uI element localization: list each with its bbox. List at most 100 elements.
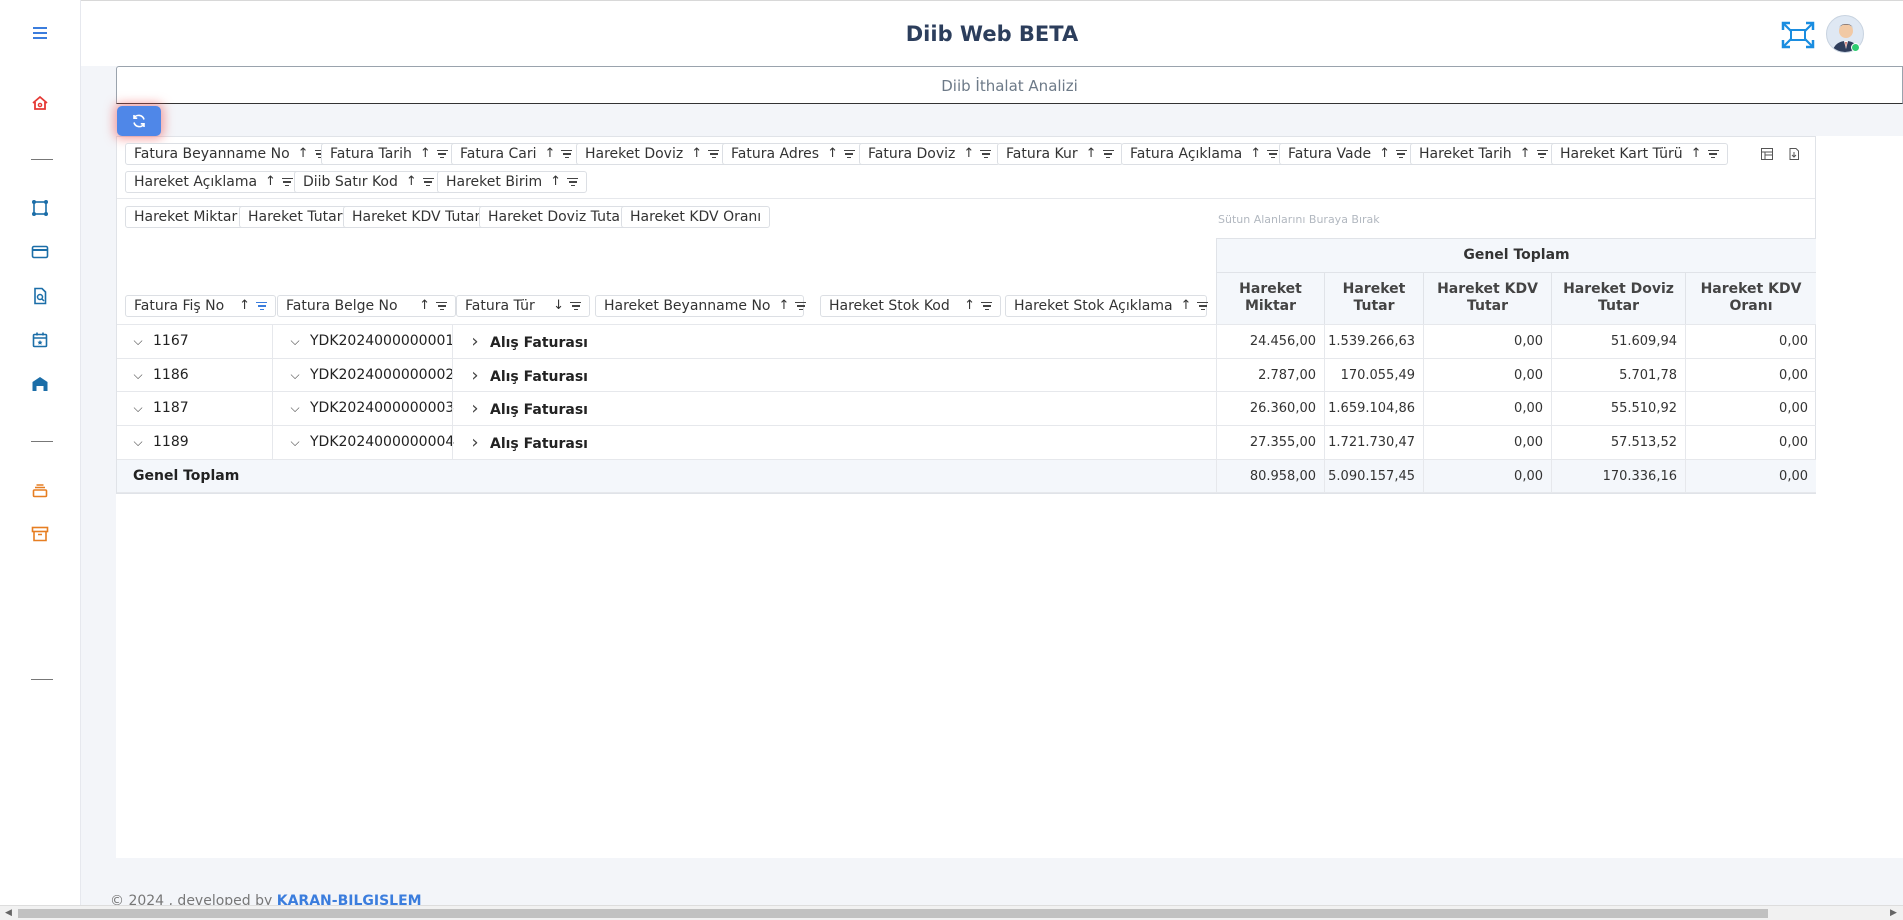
export-icon[interactable]: [1787, 146, 1801, 165]
filter-icon[interactable]: [981, 302, 992, 310]
page-tab[interactable]: Diib İthalat Analizi: [116, 66, 1903, 104]
filter-field-chip[interactable]: Fatura Kur ↑: [997, 143, 1123, 165]
refresh-button[interactable]: [117, 106, 161, 136]
measure-header: Hareket KDV Tutar: [1423, 272, 1551, 324]
filter-icon[interactable]: [795, 302, 807, 310]
sort-arrow-icon[interactable]: ↑: [406, 172, 417, 192]
filter-field-chip[interactable]: Hareket Tarih ↑: [1410, 143, 1557, 165]
chevron-right-icon[interactable]: ›: [468, 325, 482, 358]
stack-icon[interactable]: [28, 478, 52, 502]
filter-field-chip[interactable]: Fatura Doviz ↑: [859, 143, 1001, 165]
row-field-chip[interactable]: Fatura Fiş No ↑: [125, 295, 276, 317]
sort-arrow-icon[interactable]: ↑: [691, 144, 702, 164]
chevron-down-icon[interactable]: ⌵: [131, 325, 145, 358]
filter-icon[interactable]: [561, 150, 573, 158]
filter-icon[interactable]: [436, 302, 447, 310]
chevron-down-icon[interactable]: ⌵: [288, 426, 302, 459]
sort-arrow-icon[interactable]: ↑: [550, 172, 561, 192]
row-field-chip[interactable]: Hareket Stok Kod ↑: [820, 295, 1001, 317]
filter-field-chip[interactable]: Hareket Doviz ↑: [576, 143, 729, 165]
chevron-down-icon[interactable]: ⌵: [288, 392, 302, 425]
filter-icon[interactable]: [708, 150, 720, 158]
menu-icon[interactable]: [28, 21, 52, 45]
filter-field-chip[interactable]: Fatura Cari ↑: [451, 143, 582, 165]
sort-arrow-icon[interactable]: ↑: [420, 144, 431, 164]
chevron-down-icon[interactable]: ⌵: [288, 325, 302, 358]
sort-arrow-icon[interactable]: ↑: [964, 296, 975, 316]
filter-field-chip[interactable]: Fatura Tarih ↑: [321, 143, 457, 165]
chevron-right-icon[interactable]: ›: [468, 426, 482, 459]
filter-icon[interactable]: [1267, 150, 1279, 158]
filter-icon[interactable]: [422, 178, 434, 186]
scroll-right-icon[interactable]: ▶: [1890, 908, 1897, 918]
search-doc-icon[interactable]: [28, 284, 52, 308]
transform-icon[interactable]: [28, 196, 52, 220]
sort-arrow-icon[interactable]: ↑: [1250, 144, 1261, 164]
home-icon[interactable]: [28, 91, 52, 115]
calendar-icon[interactable]: [28, 328, 52, 352]
row-field-chip[interactable]: Fatura Belge No ↑: [277, 295, 456, 317]
filter-icon[interactable]: [436, 150, 448, 158]
filter-icon[interactable]: [843, 150, 855, 158]
data-field-chip[interactable]: Hareket Miktar: [125, 206, 247, 228]
row-field-chip[interactable]: Hareket Beyanname No ↑: [595, 295, 807, 317]
data-field-chip[interactable]: Hareket Doviz Tutar: [479, 206, 635, 228]
filter-icon[interactable]: [570, 302, 581, 310]
sort-arrow-icon[interactable]: ↑: [1379, 144, 1390, 164]
filter-field-chip[interactable]: Fatura Vade ↑: [1279, 143, 1416, 165]
card-icon[interactable]: [28, 240, 52, 264]
filter-field-chip[interactable]: Fatura Adres ↑: [722, 143, 864, 165]
filter-icon[interactable]: [1395, 150, 1407, 158]
filter-icon[interactable]: [1707, 150, 1719, 158]
data-field-chip[interactable]: Hareket KDV Oranı: [621, 206, 771, 228]
filter-field-chip[interactable]: Hareket Açıklama ↑: [125, 171, 302, 193]
sort-arrow-icon[interactable]: ↓: [553, 296, 564, 316]
field-chooser-icon[interactable]: [1760, 146, 1774, 165]
filter-icon[interactable]: [980, 150, 992, 158]
sort-arrow-icon[interactable]: ↑: [1181, 296, 1192, 316]
filter-icon[interactable]: [1536, 150, 1548, 158]
filter-field-chip[interactable]: Fatura Açıklama ↑: [1121, 143, 1288, 165]
filter-icon[interactable]: [1197, 302, 1209, 310]
chevron-right-icon[interactable]: ›: [468, 359, 482, 392]
value-cell: 0,00: [1423, 426, 1551, 459]
data-field-chip[interactable]: Hareket KDV Tutar: [343, 206, 490, 228]
archive-icon[interactable]: [28, 522, 52, 546]
filter-field-chip[interactable]: Diib Satır Kod ↑: [294, 171, 443, 193]
filter-field-chip[interactable]: Fatura Beyanname No ↑: [125, 143, 335, 165]
chevron-down-icon[interactable]: ⌵: [131, 426, 145, 459]
sort-arrow-icon[interactable]: ↑: [265, 172, 276, 192]
filter-field-chip[interactable]: Hareket Birim ↑: [437, 171, 588, 193]
filter-icon[interactable]: [281, 178, 293, 186]
row-field-chip[interactable]: Fatura Tür ↓: [456, 295, 590, 317]
chevron-down-icon[interactable]: ⌵: [131, 359, 145, 392]
column-drop-hint: Sütun Alanlarını Buraya Bırak: [1218, 213, 1380, 226]
sort-arrow-icon[interactable]: ↑: [1086, 144, 1097, 164]
scrollbar-thumb[interactable]: [18, 909, 1768, 918]
chevron-down-icon[interactable]: ⌵: [288, 359, 302, 392]
filter-icon[interactable]: [567, 178, 579, 186]
sort-arrow-icon[interactable]: ↑: [827, 144, 838, 164]
sort-arrow-icon[interactable]: ↑: [1520, 144, 1531, 164]
scroll-left-icon[interactable]: ◀: [5, 908, 12, 918]
value-cell: 26.360,00: [1216, 392, 1324, 425]
sort-arrow-icon[interactable]: ↑: [963, 144, 974, 164]
sort-arrow-icon[interactable]: ↑: [1691, 144, 1702, 164]
filter-icon[interactable]: [256, 302, 267, 310]
sort-arrow-icon[interactable]: ↑: [778, 296, 789, 316]
sort-arrow-icon[interactable]: ↑: [545, 144, 556, 164]
horizontal-scrollbar[interactable]: ◀ ▶: [0, 905, 1903, 920]
grand-total-label: Genel Toplam: [133, 468, 240, 484]
row-field-chip[interactable]: Hareket Stok Açıklama ↑: [1005, 295, 1209, 317]
online-status-dot: [1851, 43, 1860, 52]
chevron-down-icon[interactable]: ⌵: [131, 392, 145, 425]
filter-field-chip[interactable]: Hareket Kart Türü ↑: [1551, 143, 1728, 165]
warehouse-icon[interactable]: [28, 372, 52, 396]
filter-icon[interactable]: [1102, 150, 1114, 158]
data-field-chip[interactable]: Hareket Tutar: [239, 206, 352, 228]
sort-arrow-icon[interactable]: ↑: [239, 296, 250, 316]
fullscreen-icon[interactable]: [1781, 21, 1815, 49]
chevron-right-icon[interactable]: ›: [468, 392, 482, 425]
sort-arrow-icon[interactable]: ↑: [419, 296, 430, 316]
sort-arrow-icon[interactable]: ↑: [298, 144, 309, 164]
